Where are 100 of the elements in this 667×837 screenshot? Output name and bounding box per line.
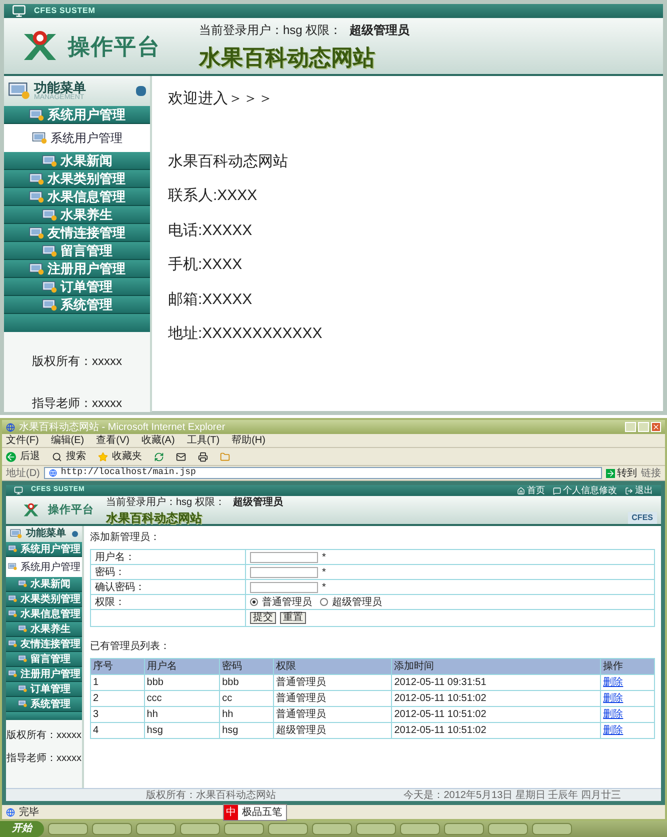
menu-item[interactable]: 水果养生 (6, 622, 82, 637)
header-link[interactable]: 个人信息修改 (553, 484, 617, 498)
taskbar-button[interactable] (488, 823, 528, 835)
chat-icon (553, 486, 561, 494)
toolbar-button[interactable]: 后退 (6, 449, 40, 464)
monitor-icon (18, 580, 26, 588)
taskbar-button[interactable] (532, 823, 572, 835)
menu-item[interactable]: 系统用户管理 (4, 106, 150, 124)
folder-icon[interactable] (220, 452, 230, 462)
role-text: 超级管理员 (232, 496, 283, 510)
taskbar-button[interactable] (180, 823, 220, 835)
site-title: 水果百科动态网站 (106, 510, 202, 527)
taskbar-button[interactable] (400, 823, 440, 835)
header-link[interactable]: 首页 (517, 484, 545, 498)
brand-title: 操作平台 (68, 32, 160, 60)
taskbar-button[interactable] (444, 823, 484, 835)
address-field[interactable]: http://localhost/main.jsp (44, 467, 602, 479)
table-cell: hsg (144, 722, 220, 738)
taskbar-button[interactable] (312, 823, 352, 835)
printer-icon[interactable] (198, 452, 208, 462)
menu-item[interactable]: 水果类别管理 (6, 592, 82, 607)
menu-bar-item[interactable]: 收藏(A) (141, 433, 175, 448)
menu-title: 功能菜单 (26, 529, 67, 539)
menu-item[interactable]: 系统管理 (4, 296, 150, 314)
menu-bar-item[interactable]: 工具(T) (186, 433, 220, 448)
menu-item[interactable]: 订单管理 (4, 278, 150, 296)
input-field[interactable] (250, 582, 318, 592)
menu-bar-item[interactable]: 编辑(E) (50, 433, 84, 448)
taskbar-button[interactable] (268, 823, 308, 835)
monitor-icon (8, 82, 30, 100)
menu-item[interactable]: 友情连接管理 (6, 637, 82, 652)
home-icon (517, 486, 525, 494)
menu-item[interactable]: 水果信息管理 (4, 188, 150, 206)
collapse-icon[interactable] (136, 86, 146, 96)
logo-icon (22, 501, 40, 519)
collapse-icon[interactable] (72, 531, 78, 537)
taskbar-button[interactable] (92, 823, 132, 835)
monitor-icon (8, 563, 16, 571)
table-cell: 2012-05-11 10:51:02 (392, 690, 601, 706)
monitor-icon (28, 190, 44, 202)
table-cell: 超级管理员 (273, 722, 392, 738)
menu-item[interactable]: 水果类别管理 (4, 170, 150, 188)
menu-item[interactable]: 系统用户管理 (6, 557, 82, 577)
footer-text: 版权所有：xxxxx (32, 353, 122, 370)
menu-item[interactable]: 注册用户管理 (6, 667, 82, 682)
close-icon[interactable] (651, 422, 661, 432)
monitor-icon (18, 625, 26, 633)
ime-mode[interactable]: 中 (224, 804, 238, 820)
menu-item[interactable]: 友情连接管理 (4, 224, 150, 242)
menu-bar-item[interactable]: 文件(F) (6, 433, 39, 448)
refresh-icon[interactable] (154, 452, 164, 462)
monitor-icon (18, 700, 26, 708)
taskbar-button[interactable] (356, 823, 396, 835)
taskbar-button[interactable] (224, 823, 264, 835)
info-line: 手机:XXXX (168, 255, 244, 275)
info-line: 地址:XXXXXXXXXXXX (168, 324, 322, 344)
form-title: 添加新管理员： (90, 530, 161, 545)
table-cell: bbb (144, 674, 220, 690)
start-button[interactable]: 开始 (0, 821, 44, 837)
corner-label: CFES (628, 512, 657, 524)
table-cell: 2 (90, 690, 144, 706)
minimize-button[interactable] (625, 422, 636, 432)
taskbar-button[interactable] (136, 823, 176, 835)
table-cell: hsg (220, 722, 274, 738)
monitor-icon (8, 610, 16, 618)
menu-item[interactable]: 水果新闻 (4, 152, 150, 170)
form-button[interactable]: 提交 (250, 612, 276, 624)
table-cell: 普通管理员 (273, 706, 392, 722)
header-link[interactable]: 退出 (625, 484, 653, 498)
column-header: 用户名 (144, 658, 220, 674)
toolbar-button[interactable]: 收藏夹 (98, 449, 142, 464)
menu-item[interactable]: 留言管理 (4, 242, 150, 260)
toolbar-button[interactable]: 搜索 (52, 449, 86, 464)
menu-bar-item[interactable]: 帮助(H) (232, 433, 266, 448)
monitor-icon (28, 172, 44, 184)
links-label[interactable]: 链接 (641, 466, 661, 480)
table-cell: 2012-05-11 09:31:51 (392, 674, 601, 690)
input-field[interactable] (250, 552, 318, 562)
form-button[interactable]: 重置 (280, 612, 306, 624)
menu-item[interactable]: 水果新闻 (6, 577, 82, 592)
menu-item[interactable]: 系统用户管理 (4, 124, 150, 152)
copyright-text: 版权所有：水果百科动态网站 (146, 788, 276, 802)
menu-bar-item[interactable]: 查看(V) (96, 433, 130, 448)
monitor-icon (42, 154, 56, 166)
ime-name[interactable]: 极品五笔 (238, 804, 286, 820)
go-button[interactable]: 转到 (606, 466, 637, 480)
menu-item[interactable]: 水果信息管理 (6, 607, 82, 622)
role-radio[interactable]: 超级管理员 (320, 594, 382, 610)
system-label: CFES SUSTEM (34, 5, 96, 17)
input-field[interactable] (250, 566, 318, 578)
mail-icon[interactable] (176, 452, 186, 462)
menu-item[interactable]: 订单管理 (6, 682, 82, 697)
menu-item[interactable]: 系统用户管理 (6, 542, 82, 557)
menu-item[interactable]: 注册用户管理 (4, 260, 150, 278)
menu-item[interactable]: 留言管理 (6, 652, 82, 667)
taskbar-button[interactable] (48, 823, 88, 835)
role-text: 超级管理员 (350, 22, 410, 38)
menu-item[interactable]: 系统管理 (6, 697, 82, 712)
menu-item[interactable]: 水果养生 (4, 206, 150, 224)
role-radio[interactable]: 普通管理员 (250, 594, 312, 610)
